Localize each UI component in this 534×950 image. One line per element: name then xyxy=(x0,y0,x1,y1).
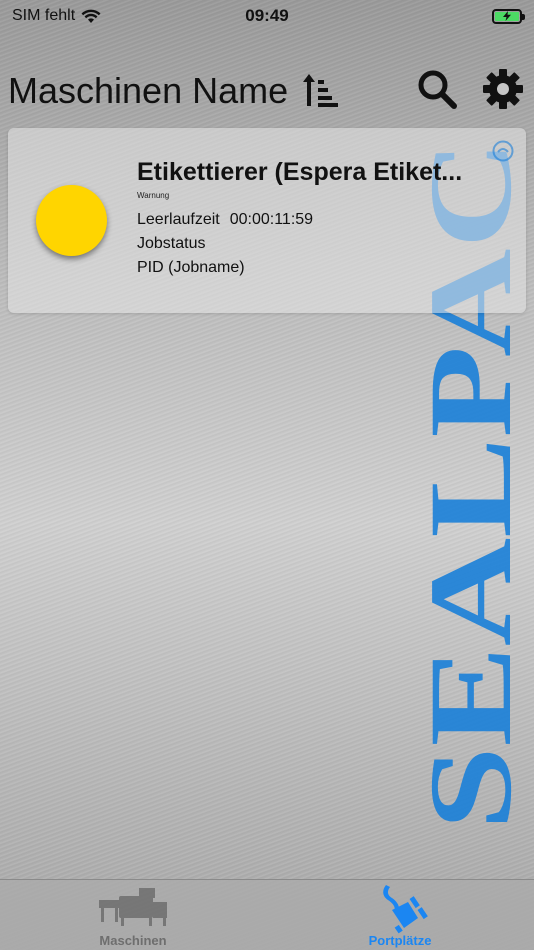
machine-icon xyxy=(99,888,167,926)
tab-ports[interactable]: Portplätze xyxy=(300,880,500,950)
sort-ascending-icon[interactable] xyxy=(302,72,340,108)
status-indicator xyxy=(36,185,107,256)
battery-icon xyxy=(492,8,525,24)
search-icon[interactable] xyxy=(416,68,458,110)
page-title: Maschinen Name xyxy=(8,70,289,111)
wifi-icon xyxy=(81,9,101,23)
navigation-bar: Maschinen Name xyxy=(0,60,534,120)
tab-machines-label: Maschinen xyxy=(99,933,167,948)
tab-ports-label: Portplätze xyxy=(368,933,432,948)
job-pid: PID (Jobname) xyxy=(137,259,245,276)
idle-time-value: 00:00:11:59 xyxy=(229,211,314,228)
charging-bolt-icon xyxy=(503,11,511,21)
machine-status-label: Warnung xyxy=(137,191,170,200)
sealpac-badge-icon xyxy=(492,140,514,162)
battery-level xyxy=(495,11,519,21)
status-left: SIM fehlt xyxy=(12,7,101,25)
status-bar: SIM fehlt 09:49 xyxy=(0,0,534,32)
tab-bar: Maschinen Portplätze xyxy=(0,879,534,950)
job-status: Jobstatus xyxy=(137,235,206,252)
idle-time-row: Leerlaufzeit 00:00:11:59 xyxy=(137,211,313,229)
machine-card[interactable]: Etikettierer (Espera Etiket... Warnung L… xyxy=(8,128,526,313)
tab-machines[interactable]: Maschinen xyxy=(33,880,233,950)
gear-icon[interactable] xyxy=(482,68,524,110)
machine-name: Etikettierer (Espera Etiket... xyxy=(137,158,463,186)
idle-time-label: Leerlaufzeit xyxy=(137,211,220,228)
carrier-label: SIM fehlt xyxy=(12,7,76,24)
plug-icon xyxy=(383,885,428,934)
